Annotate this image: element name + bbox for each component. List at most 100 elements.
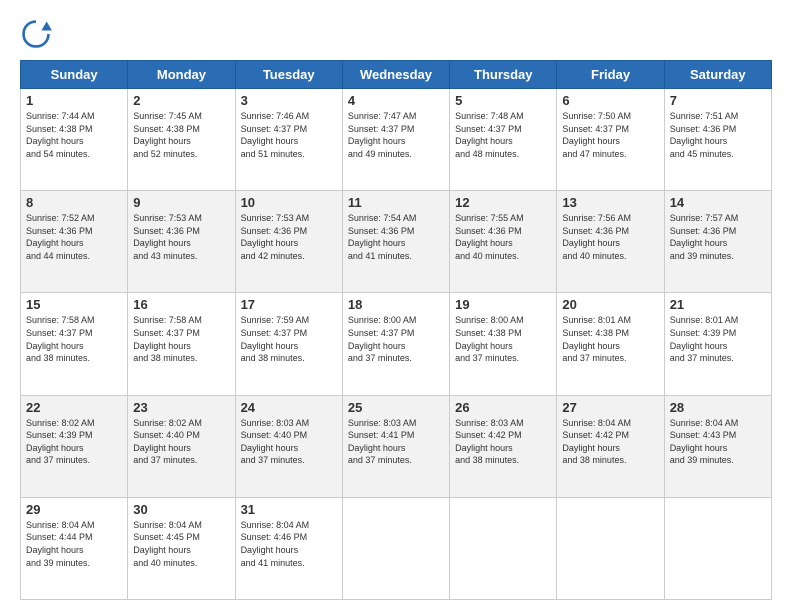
calendar-cell: 7 Sunrise: 7:51 AMSunset: 4:36 PMDayligh… bbox=[664, 89, 771, 191]
dow-header: Monday bbox=[128, 61, 235, 89]
calendar-cell: 9 Sunrise: 7:53 AMSunset: 4:36 PMDayligh… bbox=[128, 191, 235, 293]
cell-content: Sunrise: 7:59 AMSunset: 4:37 PMDaylight … bbox=[241, 314, 337, 364]
day-number: 4 bbox=[348, 93, 444, 108]
calendar-cell: 18 Sunrise: 8:00 AMSunset: 4:37 PMDaylig… bbox=[342, 293, 449, 395]
calendar-cell: 31 Sunrise: 8:04 AMSunset: 4:46 PMDaylig… bbox=[235, 497, 342, 599]
calendar-cell: 3 Sunrise: 7:46 AMSunset: 4:37 PMDayligh… bbox=[235, 89, 342, 191]
cell-content: Sunrise: 7:53 AMSunset: 4:36 PMDaylight … bbox=[241, 212, 337, 262]
cell-content: Sunrise: 8:04 AMSunset: 4:45 PMDaylight … bbox=[133, 519, 229, 569]
day-number: 3 bbox=[241, 93, 337, 108]
calendar-cell: 14 Sunrise: 7:57 AMSunset: 4:36 PMDaylig… bbox=[664, 191, 771, 293]
calendar-cell: 28 Sunrise: 8:04 AMSunset: 4:43 PMDaylig… bbox=[664, 395, 771, 497]
cell-content: Sunrise: 7:58 AMSunset: 4:37 PMDaylight … bbox=[133, 314, 229, 364]
cell-content: Sunrise: 7:51 AMSunset: 4:36 PMDaylight … bbox=[670, 110, 766, 160]
day-number: 15 bbox=[26, 297, 122, 312]
cell-content: Sunrise: 8:04 AMSunset: 4:42 PMDaylight … bbox=[562, 417, 658, 467]
calendar-cell: 19 Sunrise: 8:00 AMSunset: 4:38 PMDaylig… bbox=[450, 293, 557, 395]
cell-content: Sunrise: 7:55 AMSunset: 4:36 PMDaylight … bbox=[455, 212, 551, 262]
day-number: 23 bbox=[133, 400, 229, 415]
day-number: 27 bbox=[562, 400, 658, 415]
calendar-cell: 25 Sunrise: 8:03 AMSunset: 4:41 PMDaylig… bbox=[342, 395, 449, 497]
cell-content: Sunrise: 7:44 AMSunset: 4:38 PMDaylight … bbox=[26, 110, 122, 160]
header bbox=[20, 18, 772, 50]
day-number: 5 bbox=[455, 93, 551, 108]
cell-content: Sunrise: 8:03 AMSunset: 4:41 PMDaylight … bbox=[348, 417, 444, 467]
dow-header: Sunday bbox=[21, 61, 128, 89]
days-of-week-row: SundayMondayTuesdayWednesdayThursdayFrid… bbox=[21, 61, 772, 89]
calendar-cell: 1 Sunrise: 7:44 AMSunset: 4:38 PMDayligh… bbox=[21, 89, 128, 191]
calendar-cell: 4 Sunrise: 7:47 AMSunset: 4:37 PMDayligh… bbox=[342, 89, 449, 191]
calendar-week-row: 1 Sunrise: 7:44 AMSunset: 4:38 PMDayligh… bbox=[21, 89, 772, 191]
cell-content: Sunrise: 8:03 AMSunset: 4:40 PMDaylight … bbox=[241, 417, 337, 467]
cell-content: Sunrise: 7:52 AMSunset: 4:36 PMDaylight … bbox=[26, 212, 122, 262]
day-number: 19 bbox=[455, 297, 551, 312]
day-number: 21 bbox=[670, 297, 766, 312]
calendar-table: SundayMondayTuesdayWednesdayThursdayFrid… bbox=[20, 60, 772, 600]
cell-content: Sunrise: 8:04 AMSunset: 4:43 PMDaylight … bbox=[670, 417, 766, 467]
calendar-cell: 6 Sunrise: 7:50 AMSunset: 4:37 PMDayligh… bbox=[557, 89, 664, 191]
dow-header: Saturday bbox=[664, 61, 771, 89]
calendar-cell: 13 Sunrise: 7:56 AMSunset: 4:36 PMDaylig… bbox=[557, 191, 664, 293]
day-number: 7 bbox=[670, 93, 766, 108]
calendar-cell: 12 Sunrise: 7:55 AMSunset: 4:36 PMDaylig… bbox=[450, 191, 557, 293]
calendar-cell: 17 Sunrise: 7:59 AMSunset: 4:37 PMDaylig… bbox=[235, 293, 342, 395]
calendar-cell: 27 Sunrise: 8:04 AMSunset: 4:42 PMDaylig… bbox=[557, 395, 664, 497]
calendar-cell: 23 Sunrise: 8:02 AMSunset: 4:40 PMDaylig… bbox=[128, 395, 235, 497]
cell-content: Sunrise: 8:00 AMSunset: 4:37 PMDaylight … bbox=[348, 314, 444, 364]
cell-content: Sunrise: 8:02 AMSunset: 4:40 PMDaylight … bbox=[133, 417, 229, 467]
cell-content: Sunrise: 7:45 AMSunset: 4:38 PMDaylight … bbox=[133, 110, 229, 160]
day-number: 2 bbox=[133, 93, 229, 108]
day-number: 28 bbox=[670, 400, 766, 415]
cell-content: Sunrise: 7:54 AMSunset: 4:36 PMDaylight … bbox=[348, 212, 444, 262]
cell-content: Sunrise: 7:53 AMSunset: 4:36 PMDaylight … bbox=[133, 212, 229, 262]
calendar-body: 1 Sunrise: 7:44 AMSunset: 4:38 PMDayligh… bbox=[21, 89, 772, 600]
day-number: 26 bbox=[455, 400, 551, 415]
day-number: 11 bbox=[348, 195, 444, 210]
day-number: 14 bbox=[670, 195, 766, 210]
cell-content: Sunrise: 8:01 AMSunset: 4:38 PMDaylight … bbox=[562, 314, 658, 364]
dow-header: Wednesday bbox=[342, 61, 449, 89]
cell-content: Sunrise: 7:46 AMSunset: 4:37 PMDaylight … bbox=[241, 110, 337, 160]
day-number: 22 bbox=[26, 400, 122, 415]
day-number: 17 bbox=[241, 297, 337, 312]
calendar-cell: 24 Sunrise: 8:03 AMSunset: 4:40 PMDaylig… bbox=[235, 395, 342, 497]
day-number: 25 bbox=[348, 400, 444, 415]
day-number: 20 bbox=[562, 297, 658, 312]
calendar-cell: 15 Sunrise: 7:58 AMSunset: 4:37 PMDaylig… bbox=[21, 293, 128, 395]
dow-header: Friday bbox=[557, 61, 664, 89]
day-number: 30 bbox=[133, 502, 229, 517]
day-number: 6 bbox=[562, 93, 658, 108]
calendar-cell bbox=[557, 497, 664, 599]
calendar-cell bbox=[342, 497, 449, 599]
cell-content: Sunrise: 8:03 AMSunset: 4:42 PMDaylight … bbox=[455, 417, 551, 467]
calendar-cell: 30 Sunrise: 8:04 AMSunset: 4:45 PMDaylig… bbox=[128, 497, 235, 599]
calendar-cell: 2 Sunrise: 7:45 AMSunset: 4:38 PMDayligh… bbox=[128, 89, 235, 191]
calendar-cell bbox=[664, 497, 771, 599]
day-number: 29 bbox=[26, 502, 122, 517]
cell-content: Sunrise: 8:04 AMSunset: 4:46 PMDaylight … bbox=[241, 519, 337, 569]
logo bbox=[20, 18, 56, 50]
cell-content: Sunrise: 8:01 AMSunset: 4:39 PMDaylight … bbox=[670, 314, 766, 364]
calendar-cell: 29 Sunrise: 8:04 AMSunset: 4:44 PMDaylig… bbox=[21, 497, 128, 599]
cell-content: Sunrise: 7:56 AMSunset: 4:36 PMDaylight … bbox=[562, 212, 658, 262]
day-number: 16 bbox=[133, 297, 229, 312]
calendar-week-row: 22 Sunrise: 8:02 AMSunset: 4:39 PMDaylig… bbox=[21, 395, 772, 497]
calendar-cell: 11 Sunrise: 7:54 AMSunset: 4:36 PMDaylig… bbox=[342, 191, 449, 293]
calendar-cell: 8 Sunrise: 7:52 AMSunset: 4:36 PMDayligh… bbox=[21, 191, 128, 293]
calendar-cell: 22 Sunrise: 8:02 AMSunset: 4:39 PMDaylig… bbox=[21, 395, 128, 497]
calendar-cell: 20 Sunrise: 8:01 AMSunset: 4:38 PMDaylig… bbox=[557, 293, 664, 395]
calendar-cell: 16 Sunrise: 7:58 AMSunset: 4:37 PMDaylig… bbox=[128, 293, 235, 395]
logo-icon bbox=[20, 18, 52, 50]
cell-content: Sunrise: 8:02 AMSunset: 4:39 PMDaylight … bbox=[26, 417, 122, 467]
day-number: 13 bbox=[562, 195, 658, 210]
cell-content: Sunrise: 7:48 AMSunset: 4:37 PMDaylight … bbox=[455, 110, 551, 160]
calendar-cell: 26 Sunrise: 8:03 AMSunset: 4:42 PMDaylig… bbox=[450, 395, 557, 497]
cell-content: Sunrise: 8:00 AMSunset: 4:38 PMDaylight … bbox=[455, 314, 551, 364]
calendar-cell: 5 Sunrise: 7:48 AMSunset: 4:37 PMDayligh… bbox=[450, 89, 557, 191]
day-number: 1 bbox=[26, 93, 122, 108]
day-number: 18 bbox=[348, 297, 444, 312]
day-number: 8 bbox=[26, 195, 122, 210]
cell-content: Sunrise: 7:57 AMSunset: 4:36 PMDaylight … bbox=[670, 212, 766, 262]
day-number: 9 bbox=[133, 195, 229, 210]
calendar-cell bbox=[450, 497, 557, 599]
